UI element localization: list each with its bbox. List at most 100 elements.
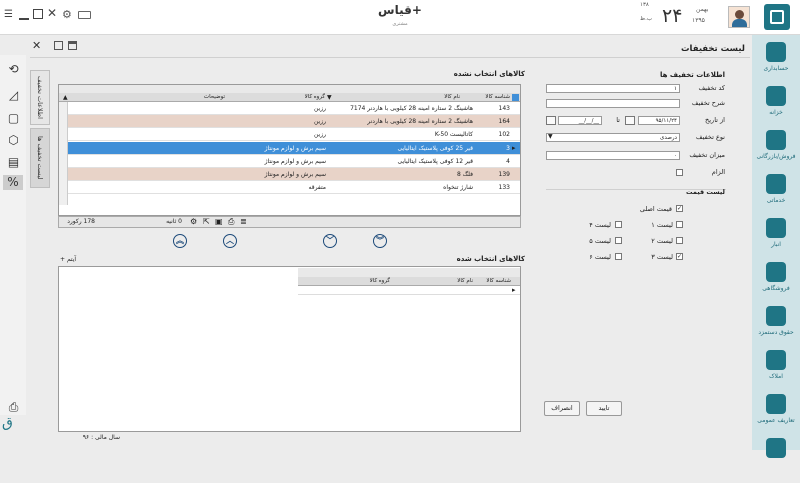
selected-new-row[interactable] — [298, 286, 520, 295]
table-row[interactable]: 4 قیر 12 کوفی پلاستیک ایتالیایی سیم برش و … — [68, 154, 520, 168]
cell-name: هاشینگ 2 ستاره امینه 28 کیلویی با هاردنر — [367, 118, 473, 126]
triangle-tool-icon[interactable]: ◿ — [6, 88, 21, 103]
calculator-tool-icon[interactable] — [54, 41, 63, 50]
cell-id: 3 — [506, 144, 510, 152]
to-date-field[interactable]: __/__/__ — [558, 116, 602, 125]
type-select[interactable]: درصدی — [546, 133, 680, 142]
nav-item[interactable] — [752, 433, 800, 483]
table-row[interactable]: 164 هاشینگ 2 ستاره امینه 28 کیلویی با هار… — [68, 115, 520, 129]
left-tool-strip: ⟲ ◿ ▢ ⬡ ▤ % ⎙ — [0, 55, 26, 415]
cell-id: 133 — [498, 184, 510, 192]
document-icon[interactable]: ▤ — [6, 155, 21, 170]
grid-settings-icon[interactable]: ⚙ — [190, 217, 197, 226]
table-row[interactable]: 133 شارژ تنخواه متفرقه — [68, 181, 520, 195]
sort-down-icon[interactable]: ▼ — [327, 94, 332, 101]
desc-field[interactable] — [546, 99, 680, 108]
nav-item[interactable]: انبار — [752, 213, 800, 263]
required-checkbox[interactable] — [676, 169, 683, 176]
refresh-icon[interactable]: ⟲ — [6, 62, 21, 77]
to-calendar-icon[interactable] — [546, 116, 556, 125]
list3-label: لیست ۳ — [651, 253, 673, 261]
list2-checkbox[interactable] — [676, 237, 683, 244]
sel-col-group-header[interactable]: گروه کالا — [302, 278, 390, 284]
nav-item[interactable]: فروش/بازرگانی — [752, 125, 800, 175]
list3-checkbox[interactable]: ✓ — [676, 253, 683, 260]
window-tool-icon[interactable] — [68, 41, 77, 50]
cell-name: فلگ 8 — [457, 171, 473, 178]
grid-list-icon[interactable]: ≣ — [240, 217, 247, 226]
code-field[interactable]: ۱ — [546, 84, 680, 93]
list6-checkbox[interactable] — [615, 253, 622, 260]
col-group-header[interactable]: گروه کالا — [230, 94, 325, 100]
grid-scrollbar[interactable] — [59, 102, 68, 214]
nav-item[interactable]: فروشگاهی — [752, 257, 800, 307]
avatar[interactable] — [728, 6, 750, 28]
cancel-button[interactable]: انصراف — [544, 401, 580, 416]
move-up-button[interactable]: ︿ — [223, 234, 237, 248]
nav-item[interactable]: تعاریف عمومی — [752, 389, 800, 439]
grid-print-icon[interactable]: ⎙ — [228, 217, 234, 227]
view-icon[interactable]: ▣ — [215, 217, 223, 226]
add-item-link[interactable]: + آیتم — [60, 256, 120, 263]
time-top: ۱۳۸ — [640, 2, 649, 8]
nav-label: فروشگاهی — [762, 285, 790, 292]
sort-icon[interactable]: ▲ — [63, 94, 68, 101]
nav-item[interactable]: خدماتی — [752, 169, 800, 219]
cell-group: متفرقه — [308, 184, 326, 192]
table-row[interactable]: 3 قیر 25 کوفی پلاستیک ایتالیایی سیم برش و … — [68, 141, 520, 155]
price-main-checkbox[interactable]: ✓ — [676, 205, 683, 212]
select-all-icon[interactable] — [512, 94, 519, 101]
house-icon — [766, 350, 786, 370]
list1-label: لیست ۱ — [651, 221, 673, 229]
move-down-button[interactable]: ﹀ — [323, 234, 337, 248]
calculator-icon — [766, 42, 786, 62]
nav-item[interactable]: حقوق دستمزد — [752, 301, 800, 351]
table-row[interactable]: 143 هاشینگ 2 ستاره امینه 28 کیلویی با هار… — [68, 102, 520, 115]
cube-icon[interactable]: ⬡ — [6, 133, 21, 148]
nav-label: فروش/بازرگانی — [756, 153, 796, 160]
col-desc-header[interactable]: توضیحات — [75, 94, 225, 100]
tab-discount-list[interactable]: لیست تخفیف ها — [30, 128, 50, 188]
cell-name: کاتالیست K-50 — [434, 131, 473, 139]
nav-label: خزانه — [769, 109, 783, 116]
minimize-icon[interactable] — [19, 10, 29, 20]
nav-item[interactable]: خزانه — [752, 81, 800, 131]
app-subtitle: مشتری — [392, 21, 408, 27]
payroll-icon — [766, 306, 786, 326]
export-icon[interactable]: ⇱ — [203, 217, 210, 226]
amount-field[interactable]: ۰ — [546, 151, 680, 160]
from-date-field[interactable]: ۹۵/۱۱/۲۴ — [638, 116, 680, 125]
right-nav: حسابداری خزانه فروش/بازرگانی خدماتی انبار فرو… — [752, 35, 800, 458]
sel-col-name-header[interactable]: نام کالا — [393, 278, 473, 284]
close-window-icon[interactable]: ✕ — [47, 6, 57, 20]
col-id-header[interactable]: شناسه کالا — [476, 94, 510, 100]
move-all-up-button[interactable]: ︽ — [173, 234, 187, 248]
keyboard-icon[interactable] — [78, 11, 91, 19]
cell-desc — [76, 155, 224, 168]
sel-col-id-header[interactable]: شناسه کالا — [477, 278, 511, 284]
nav-item[interactable]: حسابداری — [752, 37, 800, 87]
confirm-button[interactable]: تایید — [586, 401, 622, 416]
nav-item[interactable]: املاک — [752, 345, 800, 395]
tab-discount-info[interactable]: اطلاعات تخفیف — [30, 70, 50, 125]
menu-icon[interactable]: ☰ — [4, 10, 14, 20]
store-icon — [766, 262, 786, 282]
restore-icon[interactable] — [33, 9, 43, 19]
settings-icon[interactable]: ⚙ — [62, 8, 72, 21]
move-all-down-button[interactable]: ︾ — [373, 234, 387, 248]
col-name-header[interactable]: نام کالا — [330, 94, 460, 100]
from-calendar-icon[interactable] — [625, 116, 635, 125]
definitions-icon — [766, 394, 786, 414]
box-icon[interactable]: ▢ — [6, 111, 21, 126]
top-bar: ☰ ✕ ⚙ قیاس+ مشتری ۱۳۸ ب.ظ ۲۴ بهمن ۱۳۹۵ — [0, 0, 800, 35]
table-row[interactable]: 139 فلگ 8 سیم برش و لوازم مونتاژ — [68, 168, 520, 181]
list4-checkbox[interactable] — [615, 221, 622, 228]
list1-checkbox[interactable] — [676, 221, 683, 228]
percent-icon[interactable]: % — [3, 175, 23, 190]
list5-checkbox[interactable] — [615, 237, 622, 244]
table-row[interactable]: 102 کاتالیست K-50 رزین — [68, 128, 520, 142]
printer-icon[interactable]: ⎙ — [6, 400, 21, 415]
globe-icon — [766, 130, 786, 150]
chevron-down-icon[interactable]: ▼ — [548, 133, 553, 140]
close-form-icon[interactable]: ✕ — [32, 39, 41, 52]
